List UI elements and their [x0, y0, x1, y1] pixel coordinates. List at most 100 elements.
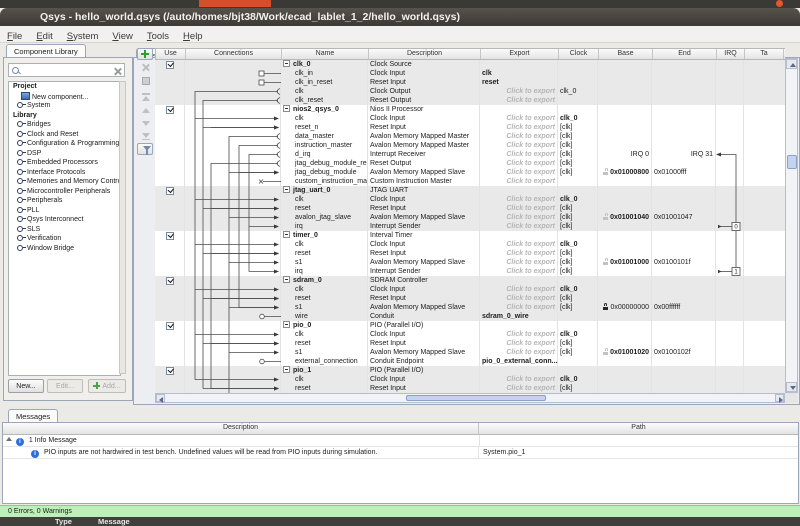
port-row-clk[interactable]: clkClock InputClick to exportclk_0	[155, 330, 785, 339]
module-row-pio_0[interactable]: pio_0PIO (Parallel I/O)	[155, 321, 785, 330]
base-cell[interactable]: IRQ 0	[598, 150, 652, 159]
branch-handle-icon[interactable]	[17, 121, 26, 126]
tab-component-library[interactable]: Component Library	[6, 44, 86, 58]
export-cell[interactable]: Click to export	[480, 141, 558, 150]
menu-file[interactable]: File	[0, 29, 29, 45]
collapse-icon[interactable]	[6, 437, 12, 441]
edit-button[interactable]: Edit...	[47, 379, 83, 393]
clear-search-icon[interactable]	[114, 67, 121, 74]
module-row-clk_0[interactable]: clk_0Clock Source	[155, 60, 785, 69]
branch-handle-icon[interactable]	[17, 102, 26, 107]
branch-handle-icon[interactable]	[17, 188, 26, 193]
module-row-sdram_0[interactable]: sdram_0SDRAM Controller	[155, 276, 785, 285]
export-cell[interactable]: Click to export	[480, 258, 558, 267]
export-cell[interactable]: Click to export	[480, 150, 558, 159]
tree-item-embedded-processors[interactable]: Embedded Processors	[9, 158, 120, 168]
window-titlebar[interactable]: Qsys - hello_world.qsys (/auto/homes/bjt…	[0, 8, 800, 26]
message-group-row[interactable]: i 1 Info Message	[3, 435, 798, 447]
tree-item-microcontroller-peripherals[interactable]: Microcontroller Peripherals	[9, 187, 120, 197]
base-cell[interactable]: 0x01000800	[598, 168, 652, 177]
open-lock-icon[interactable]	[603, 348, 608, 355]
port-row-reset[interactable]: resetReset InputClick to export[clk]	[155, 339, 785, 348]
base-cell[interactable]: 0x01001040	[598, 213, 652, 222]
use-checkbox[interactable]	[166, 61, 174, 69]
port-row-clk[interactable]: clkClock InputClick to exportclk_0	[155, 375, 785, 384]
port-row-reset[interactable]: resetReset InputClick to export[clk]	[155, 384, 785, 393]
filter-icon[interactable]	[137, 143, 153, 155]
port-row-reset[interactable]: resetReset InputClick to export[clk]	[155, 204, 785, 213]
export-cell[interactable]: Click to export	[480, 249, 558, 258]
branch-handle-icon[interactable]	[17, 159, 26, 164]
remove-icon[interactable]	[137, 61, 153, 73]
search-input[interactable]	[8, 63, 125, 77]
port-row-wire[interactable]: wireConduitsdram_0_wire	[155, 312, 785, 321]
port-row-s1[interactable]: s1Avalon Memory Mapped SlaveClick to exp…	[155, 348, 785, 357]
port-row-clk[interactable]: clkClock InputClick to exportclk_0	[155, 195, 785, 204]
export-cell[interactable]: Click to export	[480, 240, 558, 249]
move-up-icon[interactable]	[137, 104, 153, 116]
port-row-reset_n[interactable]: reset_nReset InputClick to export[clk]	[155, 123, 785, 132]
menu-system[interactable]: System	[60, 29, 106, 45]
tree-item-peripherals[interactable]: Peripherals	[9, 196, 120, 206]
export-cell[interactable]: Click to export	[480, 168, 558, 177]
move-bottom-icon[interactable]	[137, 130, 153, 142]
port-row-irq[interactable]: irqInterrupt SenderClick to export[clk]	[155, 267, 785, 276]
scroll-down-icon[interactable]	[786, 382, 797, 392]
branch-handle-icon[interactable]	[17, 216, 26, 221]
open-lock-icon[interactable]	[603, 258, 608, 265]
horizontal-scroll-thumb[interactable]	[406, 395, 546, 401]
export-cell[interactable]: Click to export	[480, 159, 558, 168]
export-cell[interactable]: Click to export	[480, 213, 558, 222]
tree-item-new-component[interactable]: New component...	[9, 92, 120, 102]
use-checkbox[interactable]	[166, 106, 174, 114]
export-cell[interactable]: Click to export	[480, 330, 558, 339]
collapse-box-icon[interactable]	[283, 60, 290, 67]
base-cell[interactable]: 0x01001020	[598, 348, 652, 357]
branch-handle-icon[interactable]	[17, 197, 26, 202]
export-cell[interactable]: Click to export	[480, 195, 558, 204]
base-cell[interactable]: 0x00000000	[598, 303, 652, 312]
export-cell[interactable]: Click to export	[480, 294, 558, 303]
export-cell[interactable]: Click to export	[480, 375, 558, 384]
export-cell[interactable]: Click to export	[480, 348, 558, 357]
branch-handle-icon[interactable]	[17, 169, 26, 174]
port-row-clk[interactable]: clkClock OutputClick to exportclk_0	[155, 87, 785, 96]
port-row-clk[interactable]: clkClock InputClick to exportclk_0	[155, 240, 785, 249]
collapse-box-icon[interactable]	[283, 321, 290, 328]
tree-item-qsys-interconnect[interactable]: Qsys Interconnect	[9, 215, 120, 225]
branch-handle-icon[interactable]	[17, 178, 26, 183]
port-row-jtag_debug_module[interactable]: jtag_debug_moduleAvalon Memory Mapped Sl…	[155, 168, 785, 177]
menu-help[interactable]: Help	[176, 29, 210, 45]
use-checkbox[interactable]	[166, 277, 174, 285]
menu-view[interactable]: View	[105, 29, 139, 45]
export-cell[interactable]: Click to export	[480, 384, 558, 393]
component-tree-scrollbar[interactable]	[119, 81, 126, 374]
module-row-nios2_qsys_0[interactable]: nios2_qsys_0Nios II Processor	[155, 105, 785, 114]
scroll-left-icon[interactable]	[156, 394, 165, 402]
module-row-pio_1[interactable]: pio_1PIO (Parallel I/O)	[155, 366, 785, 375]
branch-handle-icon[interactable]	[17, 207, 26, 212]
tree-item-memories-and-memory-contro[interactable]: Memories and Memory Contro	[9, 177, 120, 187]
tree-item-configuration-programming[interactable]: Configuration & Programming	[9, 139, 120, 149]
tree-item-pll[interactable]: PLL	[9, 206, 120, 216]
port-row-instruction_master[interactable]: instruction_masterAvalon Memory Mapped M…	[155, 141, 785, 150]
use-checkbox[interactable]	[166, 232, 174, 240]
new-button[interactable]: New...	[8, 379, 44, 393]
tree-item-verification[interactable]: Verification	[9, 234, 120, 244]
tree-item-sls[interactable]: SLS	[9, 225, 120, 235]
export-cell[interactable]: Click to export	[480, 339, 558, 348]
base-cell[interactable]: 0x01001000	[598, 258, 652, 267]
export-cell[interactable]: Click to export	[480, 132, 558, 141]
port-row-irq[interactable]: irqInterrupt SenderClick to export[clk]	[155, 222, 785, 231]
collapse-box-icon[interactable]	[283, 105, 290, 112]
port-row-d_irq[interactable]: d_irqInterrupt ReceiverClick to export[c…	[155, 150, 785, 159]
port-row-external_connection[interactable]: external_connectionConduit Endpointpio_0…	[155, 357, 785, 366]
use-checkbox[interactable]	[166, 187, 174, 195]
port-row-clk_in[interactable]: clk_inClock Inputclk	[155, 69, 785, 78]
tree-item-clock-and-reset[interactable]: Clock and Reset	[9, 130, 120, 140]
port-row-clk[interactable]: clkClock InputClick to exportclk_0	[155, 285, 785, 294]
collapse-box-icon[interactable]	[283, 276, 290, 283]
export-cell[interactable]: Click to export	[480, 267, 558, 276]
export-cell[interactable]: Click to export	[480, 96, 558, 105]
tree-item-system[interactable]: System	[9, 101, 120, 111]
